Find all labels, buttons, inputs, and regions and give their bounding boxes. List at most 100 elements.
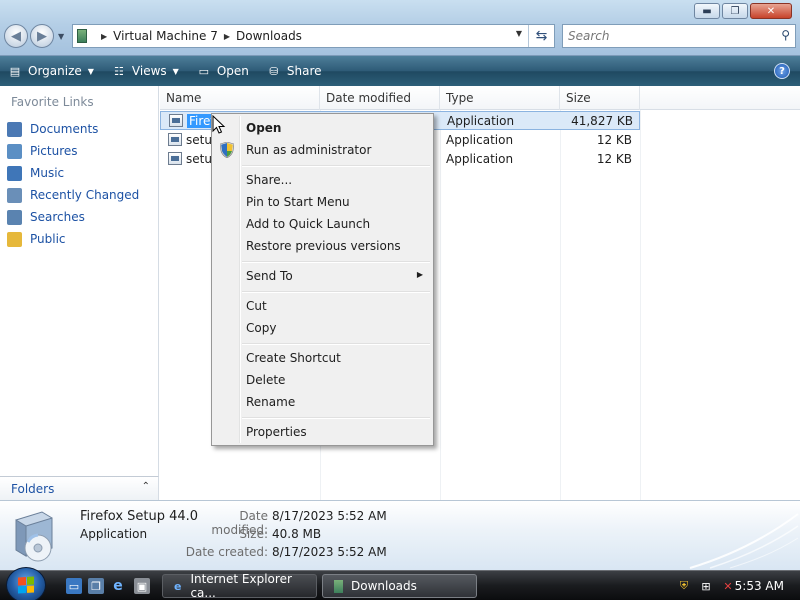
folders-toggle[interactable]: Folders ⌃ bbox=[0, 476, 159, 500]
folders-label: Folders bbox=[11, 482, 55, 496]
show-desktop-icon[interactable]: ▭ bbox=[66, 578, 82, 594]
submenu-arrow-icon: ▶ bbox=[416, 270, 423, 279]
recently-changed-icon bbox=[7, 187, 22, 203]
breadcrumb-arrow-icon[interactable]: ▶ bbox=[224, 32, 230, 41]
mouse-cursor-icon bbox=[212, 115, 226, 134]
column-header-size[interactable]: Size bbox=[560, 86, 640, 110]
open-icon: ▭ bbox=[198, 64, 210, 78]
open-label: Open bbox=[216, 64, 249, 78]
column-headers: Name Date modified Type Size bbox=[160, 86, 800, 110]
breadcrumb-downloads[interactable]: Downloads bbox=[236, 29, 302, 43]
internet-explorer-icon[interactable]: e bbox=[110, 578, 126, 594]
menu-item-properties[interactable]: Properties bbox=[214, 421, 431, 443]
forward-arrow-icon: ▶ bbox=[37, 28, 47, 44]
menu-item-cut[interactable]: Cut bbox=[214, 295, 431, 317]
column-header-name[interactable]: Name bbox=[160, 86, 320, 110]
views-label: Views bbox=[131, 64, 167, 78]
minimize-button[interactable]: ▬ bbox=[694, 3, 720, 19]
menu-item-label: Pin to Start Menu bbox=[246, 195, 350, 209]
menu-item-restore-previous-versions[interactable]: Restore previous versions bbox=[214, 235, 431, 257]
quick-launch-app-icon[interactable]: ▣ bbox=[134, 578, 150, 594]
close-button[interactable]: ✕ bbox=[750, 3, 792, 19]
sidebar-item-documents[interactable]: Documents bbox=[0, 118, 158, 140]
menu-item-create-shortcut[interactable]: Create Shortcut bbox=[214, 347, 431, 369]
taskbar-item-internet-explorer[interactable]: e Internet Explorer ca... bbox=[162, 572, 317, 600]
menu-separator bbox=[242, 261, 430, 263]
search-input[interactable]: Search ⚲ bbox=[562, 24, 796, 48]
command-bar: ▤ Organize ▼ ☷ Views ▼ ▭ Open ⛁ Share ? bbox=[0, 56, 800, 86]
menu-item-label: Open bbox=[246, 121, 282, 135]
file-type: Application bbox=[446, 132, 514, 147]
menu-item-send-to[interactable]: Send To ▶ bbox=[214, 265, 431, 287]
forward-button[interactable]: ▶ bbox=[30, 24, 54, 48]
sidebar-item-recently-changed[interactable]: Recently Changed bbox=[0, 184, 158, 206]
share-button[interactable]: ⛁ Share bbox=[267, 64, 322, 78]
column-divider bbox=[440, 110, 441, 500]
windows-logo-icon bbox=[18, 576, 34, 594]
maximize-button[interactable]: ❐ bbox=[722, 3, 748, 19]
context-menu: Open Run as administrator Share... Pin t… bbox=[211, 113, 434, 446]
folder-icon bbox=[331, 579, 345, 593]
sidebar-item-label: Pictures bbox=[30, 144, 78, 158]
help-icon[interactable]: ? bbox=[774, 63, 790, 79]
minimize-icon: ▬ bbox=[702, 5, 712, 17]
taskbar-item-label: Internet Explorer ca... bbox=[190, 572, 292, 600]
share-label: Share bbox=[286, 64, 322, 78]
menu-item-rename[interactable]: Rename bbox=[214, 391, 431, 413]
breadcrumb-arrow-icon[interactable]: ▶ bbox=[101, 32, 107, 41]
menu-item-pin-to-start-menu[interactable]: Pin to Start Menu bbox=[214, 191, 431, 213]
chevron-up-icon: ⌃ bbox=[141, 481, 150, 492]
menu-item-label: Cut bbox=[246, 299, 267, 313]
sidebar-item-searches[interactable]: Searches bbox=[0, 206, 158, 228]
navigation-pane: Favorite Links Documents Pictures Music Rec… bbox=[0, 86, 159, 476]
application-file-icon bbox=[168, 152, 182, 165]
menu-item-share[interactable]: Share... bbox=[214, 169, 431, 191]
back-button[interactable]: ◀ bbox=[4, 24, 28, 48]
switch-windows-icon[interactable]: ❐ bbox=[88, 578, 104, 594]
recent-pages-dropdown[interactable]: ▼ bbox=[58, 32, 64, 41]
menu-item-add-to-quick-launch[interactable]: Add to Quick Launch bbox=[214, 213, 431, 235]
chevron-down-icon: ▼ bbox=[87, 66, 94, 76]
share-icon: ⛁ bbox=[269, 64, 279, 78]
network-icon[interactable]: ⊞ bbox=[698, 578, 714, 594]
refresh-button[interactable]: ⇆ bbox=[528, 25, 554, 47]
menu-item-delete[interactable]: Delete bbox=[214, 369, 431, 391]
details-size-value: 40.8 MB bbox=[272, 527, 322, 541]
application-file-icon bbox=[168, 133, 182, 146]
refresh-icon: ⇆ bbox=[535, 28, 548, 44]
sidebar-item-public[interactable]: Public bbox=[0, 228, 158, 250]
internet-explorer-icon: e bbox=[173, 579, 182, 593]
views-button[interactable]: ☷ Views ▼ bbox=[112, 64, 179, 78]
menu-item-run-as-administrator[interactable]: Run as administrator bbox=[214, 139, 431, 161]
close-icon: ✕ bbox=[766, 5, 776, 17]
menu-item-copy[interactable]: Copy bbox=[214, 317, 431, 339]
details-pane: Firefox Setup 44.0 Application Date modi… bbox=[0, 500, 800, 570]
open-button[interactable]: ▭ Open bbox=[197, 64, 249, 78]
column-header-date-modified[interactable]: Date modified bbox=[320, 86, 440, 110]
pictures-icon bbox=[7, 143, 22, 159]
menu-item-label: Delete bbox=[246, 373, 286, 387]
file-size: 12 KB bbox=[596, 132, 632, 147]
sidebar-item-label: Public bbox=[30, 232, 66, 246]
uac-shield-icon bbox=[220, 142, 234, 158]
decorative-swoosh bbox=[689, 513, 799, 569]
clock[interactable]: 5:53 AM bbox=[735, 579, 784, 593]
organize-button[interactable]: ▤ Organize ▼ bbox=[8, 64, 94, 78]
menu-item-label: Add to Quick Launch bbox=[246, 217, 371, 231]
search-icon[interactable]: ⚲ bbox=[781, 28, 790, 42]
file-size: 41,827 KB bbox=[571, 113, 633, 128]
sidebar-item-pictures[interactable]: Pictures bbox=[0, 140, 158, 162]
start-button[interactable] bbox=[6, 567, 46, 600]
details-date-created-label: Date created: bbox=[185, 545, 268, 559]
public-folder-icon bbox=[7, 231, 22, 247]
address-dropdown-icon[interactable]: ▼ bbox=[516, 29, 522, 38]
security-shield-icon[interactable]: ⛨ bbox=[676, 578, 692, 594]
window-controls: ▬ ❐ ✕ bbox=[694, 3, 792, 19]
sidebar-item-music[interactable]: Music bbox=[0, 162, 158, 184]
taskbar-item-downloads[interactable]: Downloads bbox=[322, 574, 477, 598]
address-field[interactable]: ▶ Virtual Machine 7 ▶ Downloads ▼ ⇆ bbox=[72, 24, 555, 48]
volume-muted-icon[interactable]: ✕ bbox=[720, 578, 736, 594]
breadcrumb-virtual-machine[interactable]: Virtual Machine 7 bbox=[113, 29, 218, 43]
column-header-type[interactable]: Type bbox=[440, 86, 560, 110]
menu-item-open[interactable]: Open bbox=[214, 117, 431, 139]
